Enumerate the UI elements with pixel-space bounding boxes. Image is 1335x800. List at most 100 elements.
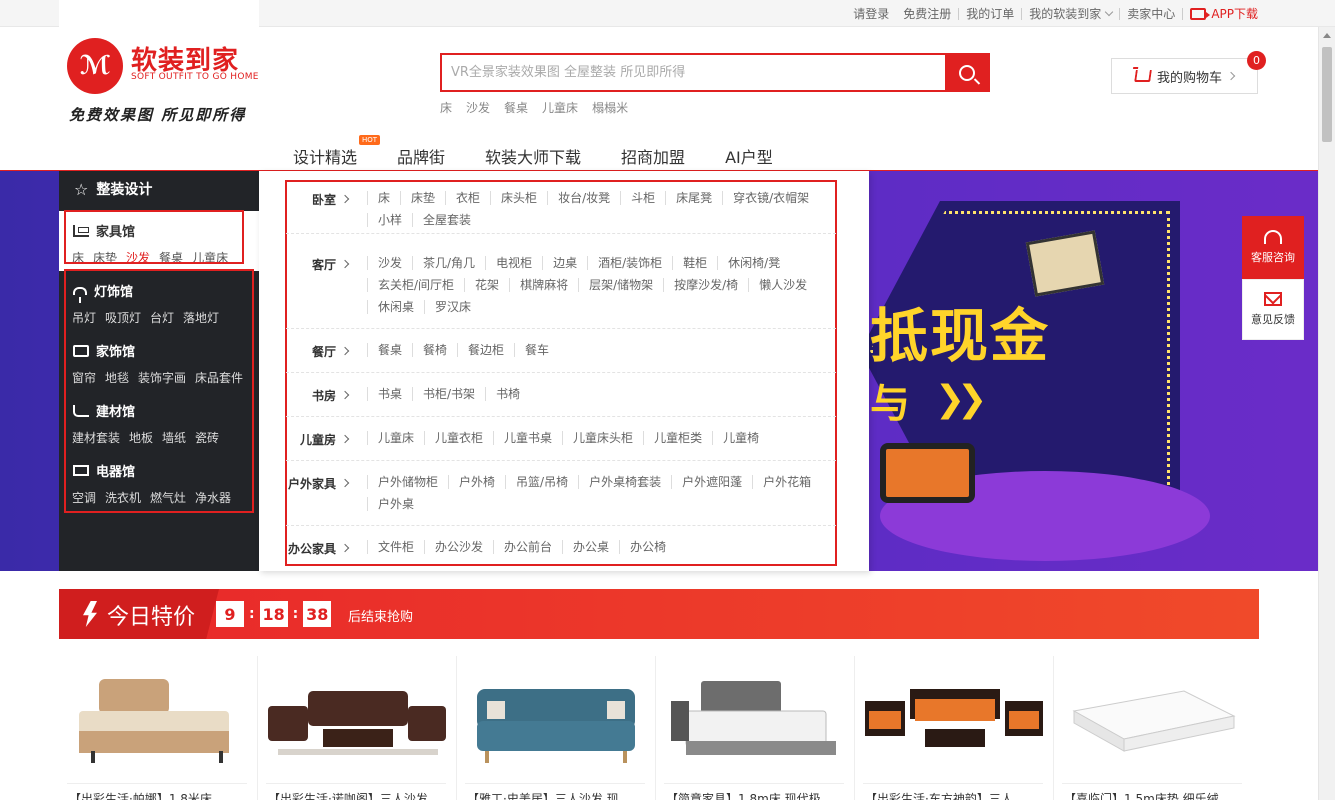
- dropdown-item[interactable]: 小样: [367, 213, 412, 227]
- dropdown-item[interactable]: 书桌: [367, 387, 412, 401]
- dropdown-item[interactable]: 玄关柜/间厅柜: [367, 278, 464, 292]
- hotword-link[interactable]: 沙发: [466, 99, 490, 116]
- dropdown-item[interactable]: 户外遮阳蓬: [671, 475, 752, 489]
- dropdown-item[interactable]: 边桌: [542, 256, 587, 270]
- dropdown-item[interactable]: 书柜/书架: [412, 387, 485, 401]
- dropdown-item[interactable]: 床尾凳: [665, 191, 722, 205]
- page-scrollbar[interactable]: [1318, 27, 1335, 800]
- dropdown-item[interactable]: 办公前台: [493, 540, 562, 554]
- dropdown-item[interactable]: 户外储物柜: [367, 475, 448, 489]
- product-card[interactable]: 【出彩生活·帕娜】1.8米床: [59, 656, 258, 800]
- dropdown-item[interactable]: 罗汉床: [424, 300, 481, 314]
- customer-service-button[interactable]: 客服咨询: [1242, 216, 1304, 279]
- dropdown-item[interactable]: 床头柜: [490, 191, 547, 205]
- dropdown-item[interactable]: 户外桌椅套装: [578, 475, 671, 489]
- dropdown-item[interactable]: 儿童床: [367, 431, 424, 445]
- floating-service-bar: 客服咨询 意见反馈: [1242, 216, 1304, 340]
- dropdown-item[interactable]: 儿童椅: [712, 431, 769, 445]
- hotword-link[interactable]: 餐桌: [504, 99, 528, 116]
- dropdown-row-label[interactable]: 户外家具: [286, 475, 350, 492]
- product-title: 【出彩生活·诺咖阁】三人沙发: [268, 792, 428, 800]
- nav-franchise[interactable]: 招商加盟: [621, 144, 685, 168]
- card-divider: [465, 783, 645, 784]
- deals-title: 今日特价: [107, 605, 196, 630]
- dropdown-row-label[interactable]: 儿童房: [286, 431, 350, 448]
- nav-design-picks[interactable]: 设计精选 HOT: [293, 135, 381, 168]
- dropdown-item[interactable]: 办公桌: [562, 540, 619, 554]
- category-menu-header[interactable]: ☆ 整装设计: [59, 171, 259, 207]
- card-divider: [863, 783, 1043, 784]
- dropdown-item[interactable]: 儿童柜类: [643, 431, 712, 445]
- dropdown-item[interactable]: 穿衣镜/衣帽架: [722, 191, 819, 205]
- dropdown-row-label[interactable]: 卧室: [286, 191, 350, 208]
- product-card[interactable]: 【出彩生活·东方神韵】三人: [855, 656, 1054, 800]
- nav-master-download[interactable]: 软装大师下载: [485, 144, 581, 168]
- dropdown-item[interactable]: 餐桌: [367, 343, 412, 357]
- feedback-button[interactable]: 意见反馈: [1242, 279, 1304, 340]
- dropdown-item[interactable]: 床垫: [400, 191, 445, 205]
- dropdown-row-label[interactable]: 书房: [286, 387, 350, 404]
- dropdown-item[interactable]: 书椅: [485, 387, 530, 401]
- seller-center-link[interactable]: 卖家中心: [1120, 5, 1182, 22]
- dropdown-item[interactable]: 办公椅: [619, 540, 676, 554]
- hotword-link[interactable]: 儿童床: [542, 99, 578, 116]
- dropdown-item[interactable]: 户外花箱: [752, 475, 821, 489]
- dropdown-row-study: 书房 书桌 书柜/书架 书椅: [286, 387, 836, 417]
- my-account-dropdown[interactable]: 我的软装到家: [1022, 5, 1119, 22]
- dropdown-item[interactable]: 吊篮/吊椅: [505, 475, 578, 489]
- dropdown-item[interactable]: 茶几/角几: [412, 256, 485, 270]
- dropdown-item[interactable]: 花架: [464, 278, 509, 292]
- cart-button[interactable]: 我的购物车: [1111, 58, 1258, 94]
- site-logo[interactable]: ℳ 软装到家 SOFT OUTFIT TO GO HOME 免费效果图 所见即所…: [67, 38, 259, 128]
- dropdown-item[interactable]: 餐椅: [412, 343, 457, 357]
- search-input[interactable]: [442, 55, 945, 90]
- dropdown-item[interactable]: 层架/储物架: [578, 278, 663, 292]
- dropdown-item[interactable]: 懒人沙发: [748, 278, 817, 292]
- dropdown-item[interactable]: 儿童书桌: [493, 431, 562, 445]
- hotword-link[interactable]: 榻榻米: [592, 99, 628, 116]
- scrollbar-thumb[interactable]: [1322, 47, 1332, 142]
- dropdown-row-label[interactable]: 客厅: [286, 256, 350, 273]
- search-button[interactable]: [945, 55, 988, 90]
- dropdown-item[interactable]: 休闲椅/凳: [717, 256, 790, 270]
- dropdown-item[interactable]: 棋牌麻将: [509, 278, 578, 292]
- highlight-box: [64, 210, 244, 264]
- dropdown-row-label[interactable]: 办公家具: [286, 540, 350, 557]
- dropdown-item[interactable]: 妆台/妆凳: [547, 191, 620, 205]
- dropdown-item[interactable]: 鞋柜: [672, 256, 717, 270]
- timer-minutes: 18: [259, 601, 288, 627]
- dropdown-row-label[interactable]: 餐厅: [286, 343, 350, 360]
- product-card[interactable]: 【出彩生活·诺咖阁】三人沙发: [258, 656, 457, 800]
- scroll-up-icon[interactable]: [1323, 33, 1331, 38]
- dropdown-item[interactable]: 儿童床头柜: [562, 431, 643, 445]
- dropdown-item[interactable]: 斗柜: [620, 191, 665, 205]
- dropdown-item[interactable]: 衣柜: [445, 191, 490, 205]
- nav-ai-layout[interactable]: AI户型: [725, 144, 773, 168]
- my-orders-link[interactable]: 我的订单: [959, 5, 1021, 22]
- dropdown-item[interactable]: 休闲桌: [367, 300, 424, 314]
- register-link[interactable]: 免费注册: [896, 5, 958, 22]
- dropdown-item[interactable]: 文件柜: [367, 540, 424, 554]
- dropdown-item[interactable]: 按摩沙发/椅: [663, 278, 748, 292]
- nav-brand-street[interactable]: 品牌街: [397, 144, 445, 168]
- dropdown-item[interactable]: 办公沙发: [424, 540, 493, 554]
- product-card[interactable]: 【喜临门】1.5m床垫 细乐绒: [1054, 656, 1253, 800]
- logo-en-text: SOFT OUTFIT TO GO HOME: [131, 72, 259, 82]
- dropdown-item[interactable]: 户外椅: [448, 475, 505, 489]
- deal-product-list: 【出彩生活·帕娜】1.8米床 【出彩生活·诺咖阁】三人沙发 【雅工·史美居】三人…: [59, 656, 1259, 800]
- dropdown-item[interactable]: 餐车: [514, 343, 559, 357]
- dropdown-item[interactable]: 沙发: [367, 256, 412, 270]
- dropdown-item[interactable]: 餐边柜: [457, 343, 514, 357]
- dropdown-item[interactable]: 全屋套装: [412, 213, 481, 227]
- product-card[interactable]: 【雅工·史美居】三人沙发 现: [457, 656, 656, 800]
- countdown-timer: 9 : 18 : 38: [216, 601, 332, 627]
- dropdown-item[interactable]: 电视柜: [485, 256, 542, 270]
- hotword-link[interactable]: 床: [440, 99, 452, 116]
- login-link[interactable]: 请登录: [846, 5, 896, 22]
- dropdown-item[interactable]: 床: [367, 191, 400, 205]
- dropdown-item[interactable]: 户外桌: [367, 497, 424, 511]
- dropdown-item[interactable]: 儿童衣柜: [424, 431, 493, 445]
- dropdown-item[interactable]: 酒柜/装饰柜: [587, 256, 672, 270]
- app-download-link[interactable]: APP下载: [1183, 5, 1265, 22]
- product-card[interactable]: 【简意家具】1.8m床 现代极: [656, 656, 855, 800]
